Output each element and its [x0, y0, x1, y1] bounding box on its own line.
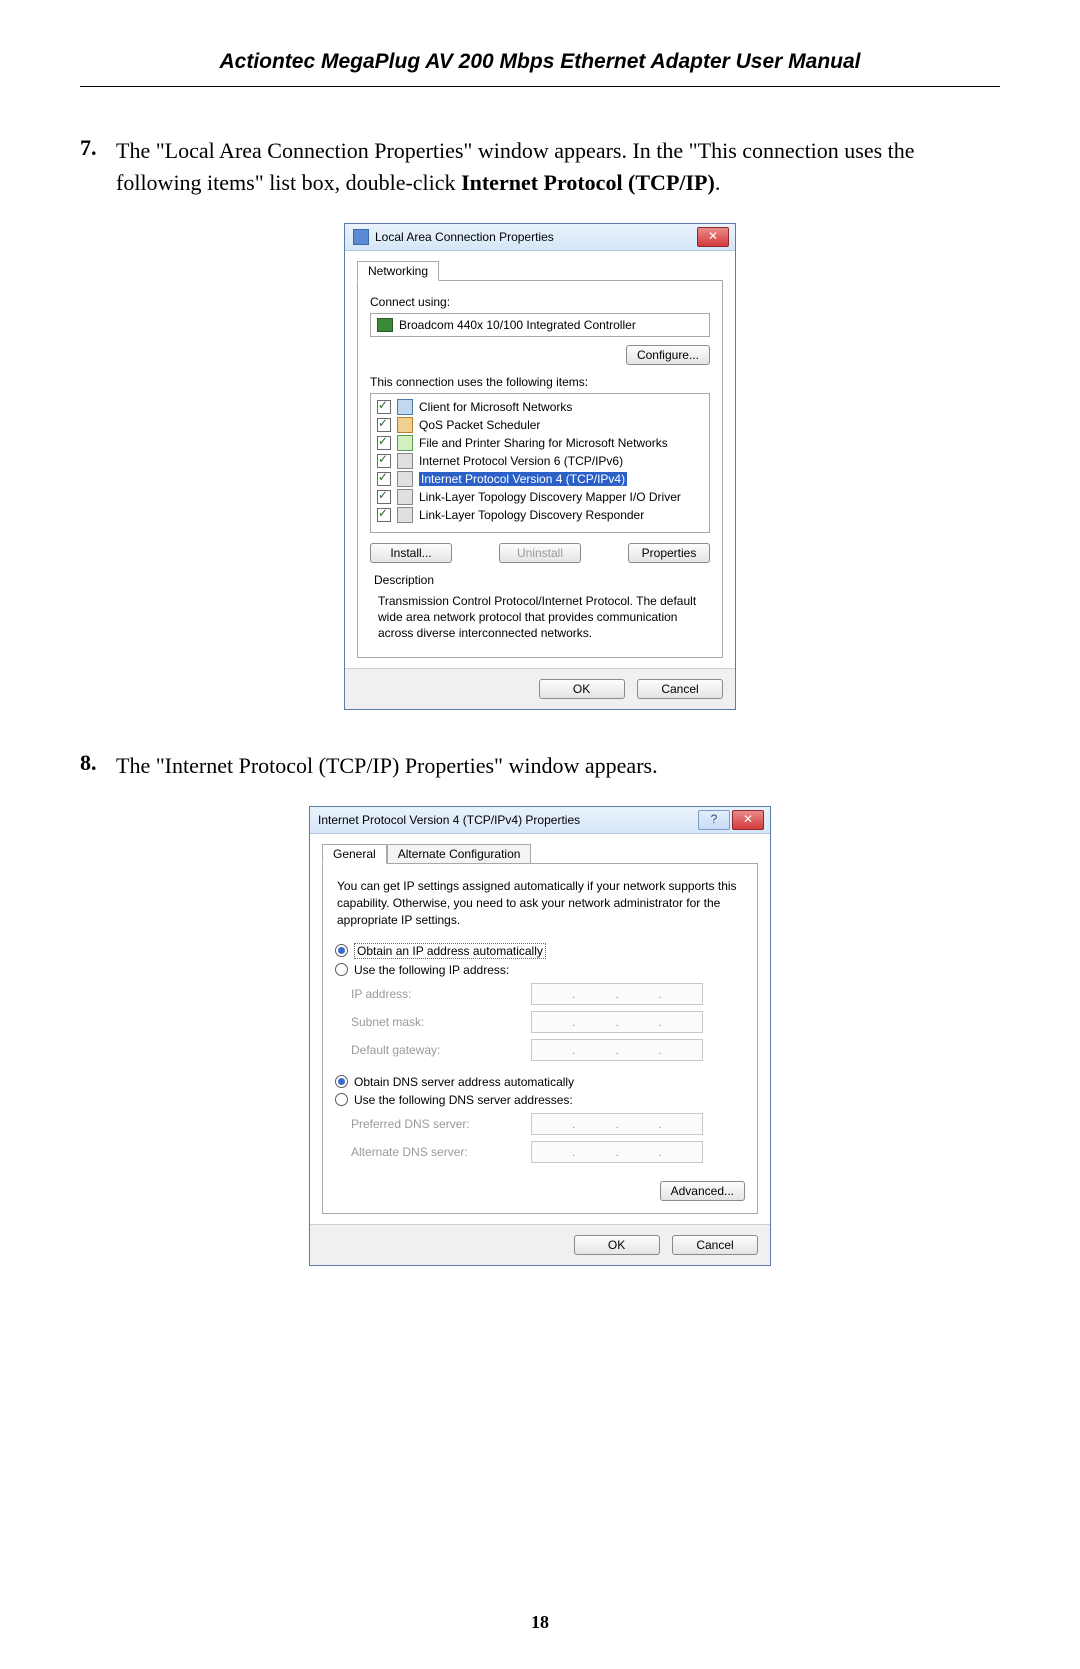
step-8: 8. The "Internet Protocol (TCP/IP) Prope…: [80, 750, 1000, 782]
ok-button[interactable]: OK: [574, 1235, 660, 1255]
ipv4-title: Internet Protocol Version 4 (TCP/IPv4) P…: [318, 813, 696, 827]
step-7-text-post: .: [715, 170, 721, 195]
protocol-icon: [397, 471, 413, 487]
general-tabpane: You can get IP settings assigned automat…: [322, 863, 758, 1213]
description-label: Description: [374, 573, 710, 587]
manual-header: Actiontec MegaPlug AV 200 Mbps Ethernet …: [80, 50, 1000, 74]
qos-icon: [397, 417, 413, 433]
list-item[interactable]: Client for Microsoft Networks: [375, 398, 705, 416]
list-item[interactable]: QoS Packet Scheduler: [375, 416, 705, 434]
preferred-dns-input: ...: [531, 1113, 703, 1135]
radio-ip-manual-label: Use the following IP address:: [354, 963, 509, 977]
list-item-label: Client for Microsoft Networks: [419, 400, 572, 414]
tab-alternate-config[interactable]: Alternate Configuration: [387, 844, 532, 864]
radio-icon[interactable]: [335, 944, 348, 957]
radio-icon[interactable]: [335, 1093, 348, 1106]
step-7-text: The "Local Area Connection Properties" w…: [116, 135, 1000, 199]
lan-titlebar: Local Area Connection Properties ✕: [345, 224, 735, 251]
adapter-field: Broadcom 440x 10/100 Integrated Controll…: [370, 313, 710, 337]
preferred-dns-label: Preferred DNS server:: [351, 1117, 531, 1131]
ipv4-intro-text: You can get IP settings assigned automat…: [337, 878, 743, 928]
radio-dns-auto[interactable]: Obtain DNS server address automatically: [335, 1075, 745, 1089]
close-icon[interactable]: ✕: [697, 227, 729, 247]
uses-items-label: This connection uses the following items…: [370, 375, 710, 389]
description-text: Transmission Control Protocol/Internet P…: [370, 589, 710, 646]
nic-icon: [377, 318, 393, 332]
radio-dns-auto-label: Obtain DNS server address automatically: [354, 1075, 574, 1089]
step-7-text-bold: Internet Protocol (TCP/IP): [461, 170, 715, 195]
radio-dns-manual[interactable]: Use the following DNS server addresses:: [335, 1093, 745, 1107]
list-item-label: Link-Layer Topology Discovery Responder: [419, 508, 644, 522]
alternate-dns-input: ...: [531, 1141, 703, 1163]
default-gateway-label: Default gateway:: [351, 1043, 531, 1057]
list-item-label-selected: Internet Protocol Version 4 (TCP/IPv4): [419, 472, 627, 486]
radio-icon[interactable]: [335, 1075, 348, 1088]
install-button[interactable]: Install...: [370, 543, 452, 563]
list-item-label: Link-Layer Topology Discovery Mapper I/O…: [419, 490, 681, 504]
step-8-number: 8.: [80, 750, 116, 782]
network-icon: [353, 229, 369, 245]
checkbox-icon[interactable]: [377, 436, 391, 450]
ipv4-dialog-footer: OK Cancel: [310, 1224, 770, 1265]
default-gateway-input: ...: [531, 1039, 703, 1061]
subnet-mask-label: Subnet mask:: [351, 1015, 531, 1029]
protocol-icon: [397, 489, 413, 505]
subnet-mask-input: ...: [531, 1011, 703, 1033]
checkbox-icon[interactable]: [377, 472, 391, 486]
close-icon[interactable]: ✕: [732, 810, 764, 830]
list-item[interactable]: Link-Layer Topology Discovery Responder: [375, 506, 705, 524]
configure-button[interactable]: Configure...: [626, 345, 710, 365]
networking-tabpane: Connect using: Broadcom 440x 10/100 Inte…: [357, 280, 723, 659]
lan-properties-dialog: Local Area Connection Properties ✕ Netwo…: [344, 223, 736, 711]
step-8-text: The "Internet Protocol (TCP/IP) Properti…: [116, 750, 658, 782]
ipv4-titlebar: Internet Protocol Version 4 (TCP/IPv4) P…: [310, 807, 770, 834]
lan-dialog-footer: OK Cancel: [345, 668, 735, 709]
radio-dns-manual-label: Use the following DNS server addresses:: [354, 1093, 573, 1107]
share-icon: [397, 435, 413, 451]
alternate-dns-label: Alternate DNS server:: [351, 1145, 531, 1159]
step-7-number: 7.: [80, 135, 116, 199]
cancel-button[interactable]: Cancel: [637, 679, 723, 699]
ipv4-properties-dialog: Internet Protocol Version 4 (TCP/IPv4) P…: [309, 806, 771, 1265]
header-rule: [80, 86, 1000, 87]
checkbox-icon[interactable]: [377, 400, 391, 414]
list-item-ipv4[interactable]: Internet Protocol Version 4 (TCP/IPv4): [375, 470, 705, 488]
radio-ip-manual[interactable]: Use the following IP address:: [335, 963, 745, 977]
cancel-button[interactable]: Cancel: [672, 1235, 758, 1255]
page-number: 18: [0, 1612, 1080, 1633]
step-8-text-pre: The "Internet Protocol (: [116, 753, 326, 778]
uninstall-button: Uninstall: [499, 543, 581, 563]
radio-ip-auto-label: Obtain an IP address automatically: [354, 943, 546, 959]
checkbox-icon[interactable]: [377, 508, 391, 522]
radio-ip-auto[interactable]: Obtain an IP address automatically: [335, 943, 745, 959]
connect-using-label: Connect using:: [370, 295, 710, 309]
tab-networking[interactable]: Networking: [357, 261, 439, 281]
tab-general[interactable]: General: [322, 844, 387, 864]
ip-address-input: ...: [531, 983, 703, 1005]
list-item-label: Internet Protocol Version 6 (TCP/IPv6): [419, 454, 623, 468]
list-item-label: QoS Packet Scheduler: [419, 418, 540, 432]
step-8-text-sc: TCP/IP: [326, 753, 392, 778]
help-icon[interactable]: ?: [698, 810, 730, 830]
checkbox-icon[interactable]: [377, 490, 391, 504]
protocol-icon: [397, 453, 413, 469]
checkbox-icon[interactable]: [377, 454, 391, 468]
ip-address-label: IP address:: [351, 987, 531, 1001]
list-item[interactable]: File and Printer Sharing for Microsoft N…: [375, 434, 705, 452]
connection-items-listbox[interactable]: Client for Microsoft Networks QoS Packet…: [370, 393, 710, 533]
lan-title: Local Area Connection Properties: [375, 230, 695, 244]
list-item-label: File and Printer Sharing for Microsoft N…: [419, 436, 668, 450]
checkbox-icon[interactable]: [377, 418, 391, 432]
step-8-text-post: ) Properties" window appears.: [392, 753, 658, 778]
client-icon: [397, 399, 413, 415]
list-item[interactable]: Link-Layer Topology Discovery Mapper I/O…: [375, 488, 705, 506]
ok-button[interactable]: OK: [539, 679, 625, 699]
step-7: 7. The "Local Area Connection Properties…: [80, 135, 1000, 199]
adapter-name: Broadcom 440x 10/100 Integrated Controll…: [399, 318, 636, 332]
radio-icon[interactable]: [335, 963, 348, 976]
protocol-icon: [397, 507, 413, 523]
advanced-button[interactable]: Advanced...: [660, 1181, 745, 1201]
list-item[interactable]: Internet Protocol Version 6 (TCP/IPv6): [375, 452, 705, 470]
properties-button[interactable]: Properties: [628, 543, 710, 563]
